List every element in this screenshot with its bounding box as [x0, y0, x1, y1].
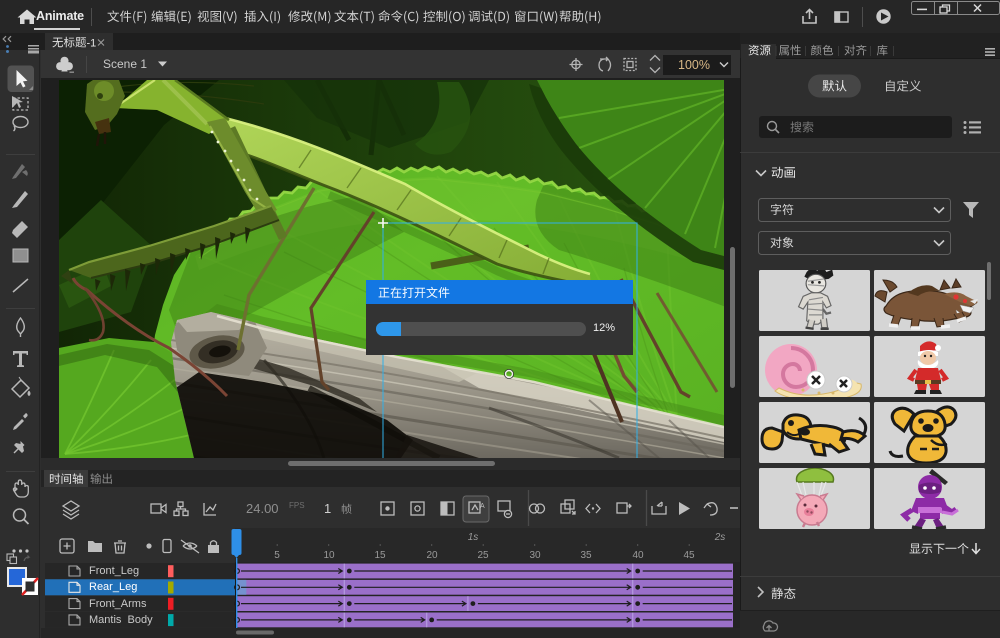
svg-text:40: 40: [632, 550, 644, 561]
svg-text:24.00: 24.00: [246, 501, 279, 516]
svg-text:15: 15: [374, 550, 386, 561]
svg-text:FPS: FPS: [289, 501, 305, 510]
svg-text:10: 10: [323, 550, 335, 561]
svg-text:25: 25: [477, 550, 489, 561]
svg-text:5: 5: [274, 550, 280, 561]
svg-text:30: 30: [529, 550, 541, 561]
svg-text:35: 35: [580, 550, 592, 561]
svg-text:20: 20: [426, 550, 438, 561]
svg-text:1: 1: [324, 501, 331, 516]
svg-text:-1: -1: [87, 38, 97, 50]
svg-text:45: 45: [683, 550, 695, 561]
svg-text:2s: 2s: [714, 532, 726, 543]
svg-text:1s: 1s: [468, 532, 479, 543]
svg-text:A: A: [480, 503, 485, 510]
svg-text:100%: 100%: [678, 58, 710, 72]
